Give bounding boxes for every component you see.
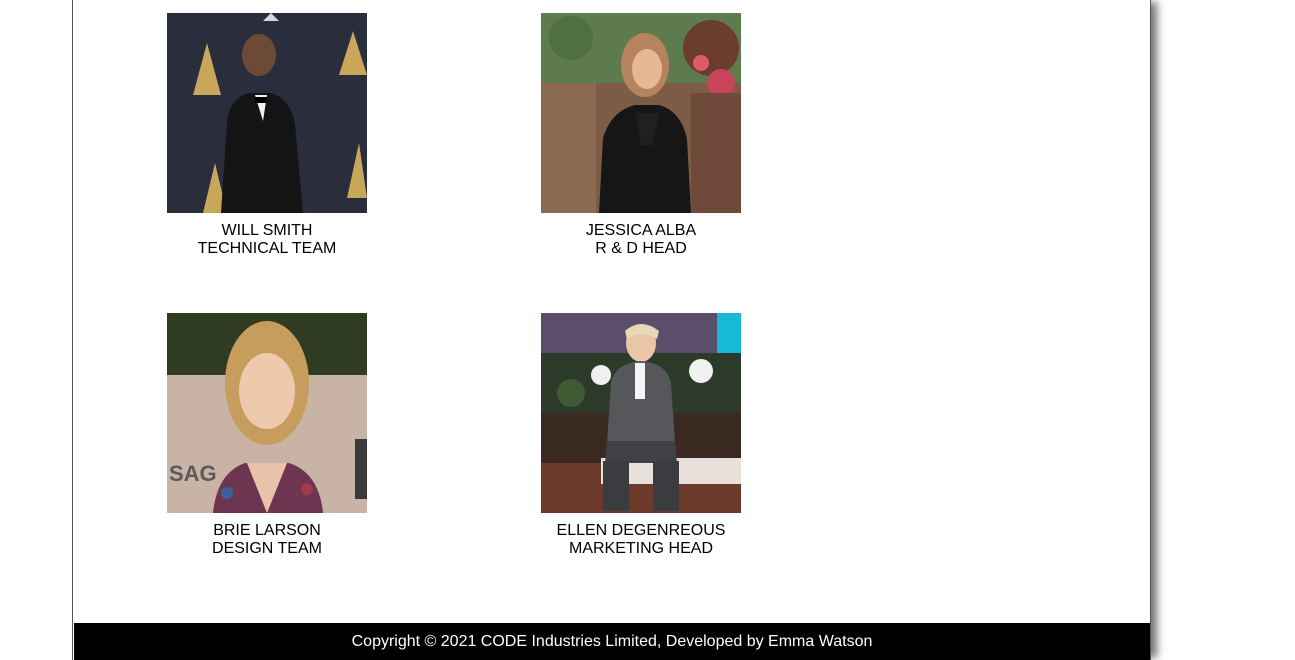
team-member-name: BRIE LARSON bbox=[213, 522, 321, 539]
team-member-card: WILL SMITH TECHNICAL TEAM bbox=[167, 13, 367, 258]
team-member-photo: SAG bbox=[167, 313, 367, 513]
team-member-name: WILL SMITH bbox=[221, 222, 313, 239]
footer: Copyright © 2021 CODE Industries Limited… bbox=[74, 623, 1150, 660]
team-member-role: MARKETING HEAD bbox=[568, 540, 713, 557]
team-member-caption: WILL SMITH TECHNICAL TEAM bbox=[167, 222, 367, 258]
svg-text:SAG: SAG bbox=[169, 461, 217, 486]
team-member-card: ELLEN DEGENREOUS MARKETING HEAD bbox=[541, 313, 741, 558]
team-member-card: SAG BRIE LARSON DESIGN TEAM bbox=[167, 313, 367, 558]
team-member-photo bbox=[167, 13, 367, 213]
team-member-name: JESSICA ALBA bbox=[585, 222, 697, 239]
team-member-photo bbox=[541, 313, 741, 513]
team-member-name: ELLEN DEGENREOUS bbox=[556, 522, 726, 539]
copyright-text: Copyright © 2021 CODE Industries Limited… bbox=[351, 633, 873, 650]
team-member-caption: BRIE LARSON DESIGN TEAM bbox=[167, 522, 367, 558]
team-member-photo bbox=[541, 13, 741, 213]
team-member-caption: ELLEN DEGENREOUS MARKETING HEAD bbox=[541, 522, 741, 558]
team-member-role: DESIGN TEAM bbox=[212, 540, 322, 557]
team-member-caption: JESSICA ALBA R & D HEAD bbox=[541, 222, 741, 258]
page-content: WILL SMITH TECHNICAL TEAM JESSICA ALBA R… bbox=[72, 0, 1151, 660]
team-member-role: TECHNICAL TEAM bbox=[197, 240, 337, 257]
team-member-role: R & D HEAD bbox=[595, 240, 687, 257]
team-member-card: JESSICA ALBA R & D HEAD bbox=[541, 13, 741, 258]
